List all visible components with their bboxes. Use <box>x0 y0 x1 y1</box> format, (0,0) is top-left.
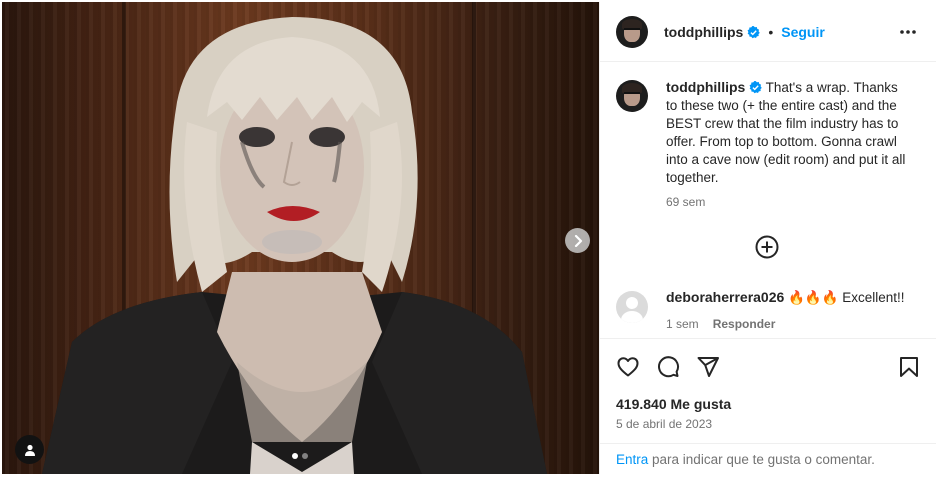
add-circle-icon[interactable] <box>755 235 779 259</box>
comment-body: deboraherrera026 🔥🔥🔥 Excellent!! <box>666 288 926 307</box>
post-side-panel: toddphillips • Seguir toddphillips That'… <box>599 2 936 474</box>
comment-icon[interactable] <box>656 355 680 379</box>
carousel-next-button[interactable] <box>565 228 590 253</box>
post-photo <box>42 17 547 474</box>
comment-meta: 1 sem Responder <box>666 317 926 331</box>
caption-body: toddphillips That's a wrap. Thanks to th… <box>666 78 906 187</box>
post-caption: toddphillips That's a wrap. Thanks to th… <box>616 78 926 209</box>
more-options-icon[interactable] <box>898 22 918 42</box>
instagram-post-frame: toddphillips • Seguir toddphillips That'… <box>0 0 939 478</box>
carousel-dot <box>302 453 308 459</box>
heart-icon[interactable] <box>616 355 640 379</box>
comment-item: deboraherrera026 🔥🔥🔥 Excellent!! 1 sem R… <box>616 288 926 331</box>
header-user-line: toddphillips • Seguir <box>664 24 825 40</box>
verified-badge-icon <box>749 81 762 94</box>
login-prompt: Entra para indicar que te gusta o coment… <box>600 443 936 474</box>
paper-plane-icon[interactable] <box>696 355 720 379</box>
caption-timestamp[interactable]: 69 sem <box>666 195 926 209</box>
login-prompt-text: para indicar que te gusta o comentar. <box>648 452 875 467</box>
carousel-indicator <box>292 453 308 459</box>
comment-text: 🔥🔥🔥 Excellent!! <box>788 290 905 305</box>
commenter-username[interactable]: deboraherrera026 <box>666 289 784 305</box>
header-separator: • <box>768 24 774 40</box>
commenter-avatar[interactable] <box>616 291 648 323</box>
tagged-users-button[interactable] <box>15 435 44 464</box>
caption-author-username[interactable]: toddphillips <box>666 79 745 95</box>
login-link[interactable]: Entra <box>616 452 648 467</box>
follow-button[interactable]: Seguir <box>781 24 825 40</box>
author-avatar[interactable] <box>616 16 648 48</box>
chevron-right-icon <box>574 234 582 247</box>
user-tag-icon <box>24 444 35 456</box>
author-username[interactable]: toddphillips <box>664 24 743 40</box>
caption-text: That's a wrap. Thanks to these two (+ th… <box>666 80 906 185</box>
post-header: toddphillips • Seguir <box>600 2 936 62</box>
post-actions: 419.840 Me gusta 5 de abril de 2023 <box>600 338 936 444</box>
post-date[interactable]: 5 de abril de 2023 <box>616 417 712 431</box>
comment-timestamp[interactable]: 1 sem <box>666 317 699 331</box>
likes-count[interactable]: 419.840 Me gusta <box>616 396 731 412</box>
caption-author-avatar[interactable] <box>616 80 648 112</box>
bookmark-icon[interactable] <box>897 355 921 379</box>
carousel-dot-active <box>292 453 298 459</box>
reply-button[interactable]: Responder <box>713 317 776 331</box>
post-media[interactable] <box>2 2 599 474</box>
verified-badge-icon <box>747 25 761 38</box>
